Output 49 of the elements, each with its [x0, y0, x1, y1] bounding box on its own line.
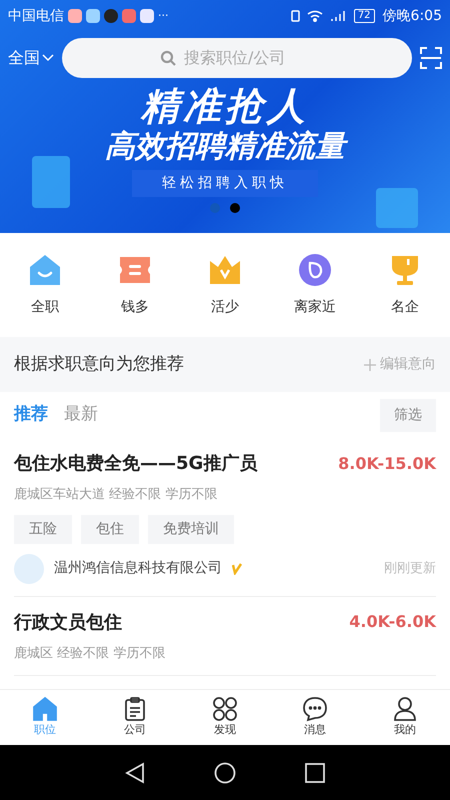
company-logo — [14, 554, 44, 584]
app-notification-icon — [68, 9, 82, 23]
scan-icon[interactable] — [420, 47, 442, 69]
home-circle-icon[interactable] — [214, 762, 236, 784]
category-item[interactable]: 钱多 — [90, 252, 180, 318]
search-icon — [160, 50, 176, 66]
app-notification-icon — [86, 9, 100, 23]
clock-time: 傍晚6:05 — [382, 6, 442, 26]
salary-range: 8.0K-15.0K — [338, 452, 436, 474]
benefit-tag: 五险 — [14, 514, 72, 544]
benefit-tag: 包住 — [81, 514, 139, 544]
pin-circle-icon — [298, 252, 332, 286]
update-time: 刚刚更新 — [384, 560, 436, 578]
carrier-name: 中国电信 — [8, 6, 64, 26]
nav-tab[interactable]: 发现 — [180, 690, 270, 745]
company-name[interactable]: 温州鸿信信息科技有限公司 — [54, 558, 222, 579]
nav-tab[interactable]: 公司 — [90, 690, 180, 745]
app-notification-icon — [122, 9, 136, 23]
job-title[interactable]: 包住水电费全免——5G推广员 — [14, 450, 258, 477]
category-item[interactable]: 全职 — [0, 252, 90, 318]
app-notification-icon — [104, 9, 118, 23]
nav-tab[interactable]: 消息 — [270, 690, 360, 745]
plus-icon — [364, 358, 376, 370]
circles-grid-icon — [212, 696, 238, 722]
job-meta: 鹿城区 经验不限 学历不限 — [14, 644, 166, 662]
salary-range: 4.0K-6.0K — [349, 611, 436, 633]
clipboard-icon — [122, 696, 148, 722]
battery-level: 72 — [354, 9, 375, 23]
job-meta: 鹿城区车站大道 经验不限 学历不限 — [14, 486, 218, 504]
category-item[interactable]: 离家近 — [270, 252, 360, 318]
chat-icon — [302, 696, 328, 722]
banner-tagline: 轻松招聘入职快 — [132, 170, 318, 197]
back-icon[interactable] — [124, 762, 145, 784]
recommend-title: 根据求职意向为您推荐 — [14, 352, 184, 376]
search-field[interactable]: 搜索职位/公司 — [184, 46, 314, 70]
category-item[interactable]: 名企 — [360, 252, 450, 318]
banner-headline: 精准抢人 — [141, 84, 309, 128]
nav-tab[interactable]: 我的 — [360, 690, 450, 745]
home-icon — [32, 696, 58, 722]
house-icon — [28, 252, 62, 286]
job-title[interactable]: 行政文员包住 — [14, 608, 122, 636]
category-item[interactable]: 活少 — [180, 252, 270, 318]
app-notification-icon — [140, 9, 154, 23]
chevron-down-icon — [42, 54, 54, 62]
location-selector[interactable]: 全国 — [8, 46, 54, 70]
recents-square-icon[interactable] — [305, 762, 326, 782]
user-icon — [392, 696, 418, 722]
benefit-tag: 免费培训 — [148, 514, 234, 544]
more-notifications: ··· — [158, 8, 168, 24]
